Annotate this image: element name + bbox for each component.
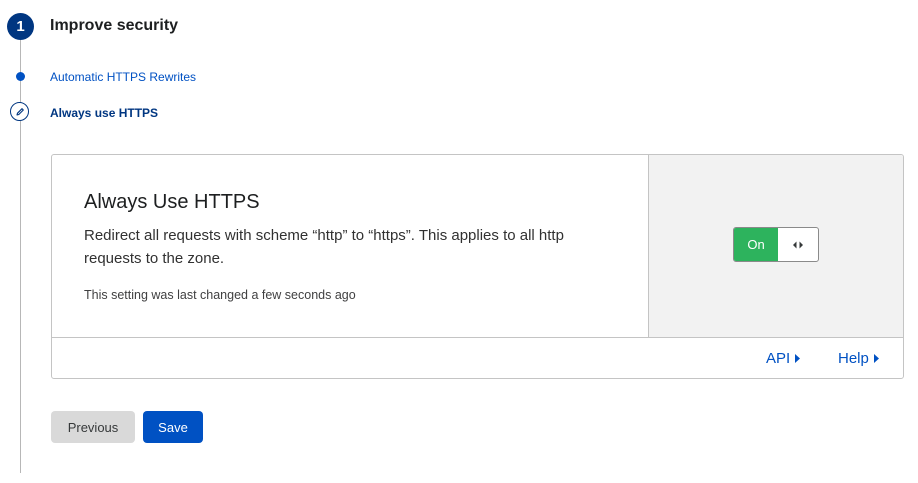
previous-button[interactable]: Previous [51,411,135,443]
setting-card: Always Use HTTPS Redirect all requests w… [51,154,904,379]
completed-step-dot [16,72,25,81]
help-link[interactable]: Help [838,350,880,367]
api-link[interactable]: API [766,350,801,367]
step-number-badge: 1 [7,13,34,40]
setting-card-footer: API Help [52,338,903,378]
setting-card-body: Always Use HTTPS Redirect all requests w… [52,155,649,338]
drag-handle-icon [778,228,818,261]
toggle-on-label: On [734,228,778,261]
api-link-label: API [766,350,791,367]
setting-description: Redirect all requests with scheme “http”… [84,227,564,267]
always-use-https-toggle[interactable]: On [733,227,819,262]
wizard-page: 1 Improve security Automatic HTTPS Rewri… [0,0,918,483]
pencil-icon [10,102,29,121]
help-link-label: Help [838,350,869,367]
caret-right-icon [873,354,879,363]
save-button[interactable]: Save [143,411,203,443]
substep-current-always-use-https: Always use HTTPS [50,106,159,120]
setting-title: Always Use HTTPS [84,191,260,213]
setting-last-changed: This setting was last changed a few seco… [84,288,356,302]
setting-control-panel: On [649,155,903,338]
substep-link-automatic-https-rewrites[interactable]: Automatic HTTPS Rewrites [50,70,196,84]
step-title: Improve security [50,17,179,34]
caret-right-icon [795,354,801,363]
